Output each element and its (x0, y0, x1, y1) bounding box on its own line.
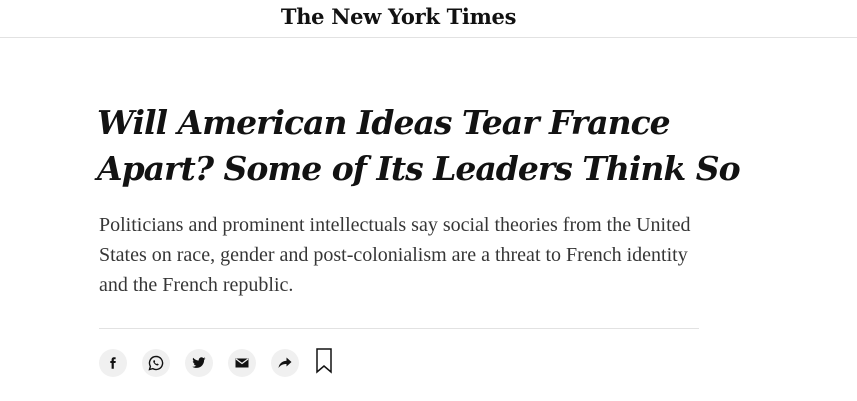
share-facebook-button[interactable] (99, 349, 127, 377)
share-email-button[interactable] (228, 349, 256, 377)
share-arrow-icon (278, 357, 292, 369)
share-toolbar (99, 348, 334, 378)
bookmark-icon (316, 348, 332, 378)
masthead: The New York Times (0, 0, 857, 38)
share-more-button[interactable] (271, 349, 299, 377)
save-bookmark-button[interactable] (314, 348, 334, 378)
whatsapp-icon (148, 355, 164, 371)
share-twitter-button[interactable] (185, 349, 213, 377)
share-divider (99, 328, 699, 329)
facebook-icon (107, 357, 119, 369)
article-headline: Will American Ideas Tear France Apart? S… (97, 103, 741, 188)
twitter-icon (192, 357, 206, 369)
share-whatsapp-button[interactable] (142, 349, 170, 377)
email-icon (235, 358, 249, 368)
article-summary: Politicians and prominent intellectuals … (99, 214, 691, 296)
nyt-logo[interactable]: The New York Times (0, 4, 797, 30)
